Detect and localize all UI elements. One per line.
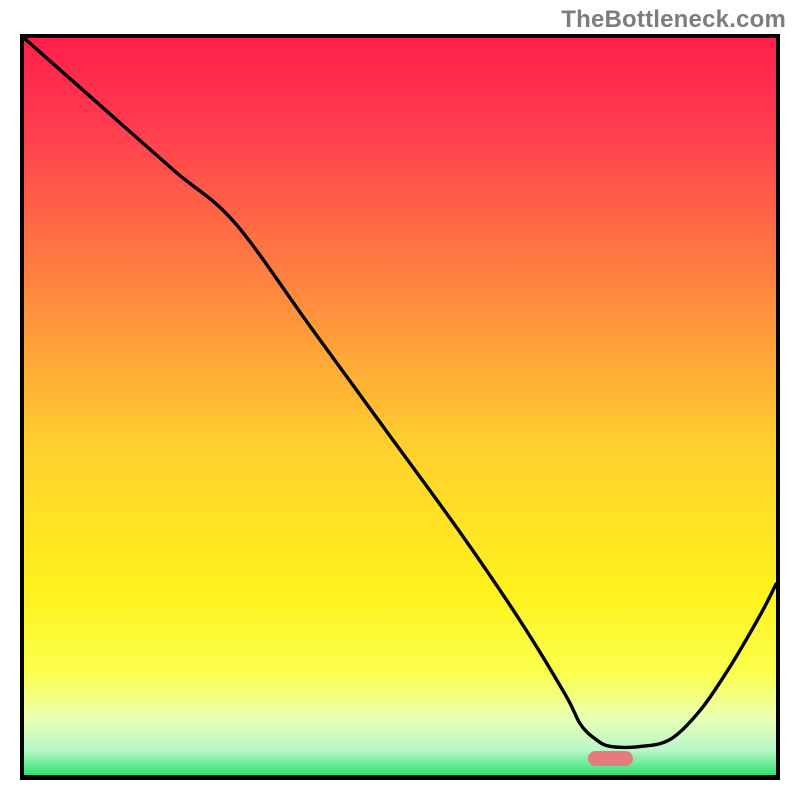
watermark-text: TheBottleneck.com xyxy=(561,6,786,34)
plot-frame xyxy=(20,34,780,780)
